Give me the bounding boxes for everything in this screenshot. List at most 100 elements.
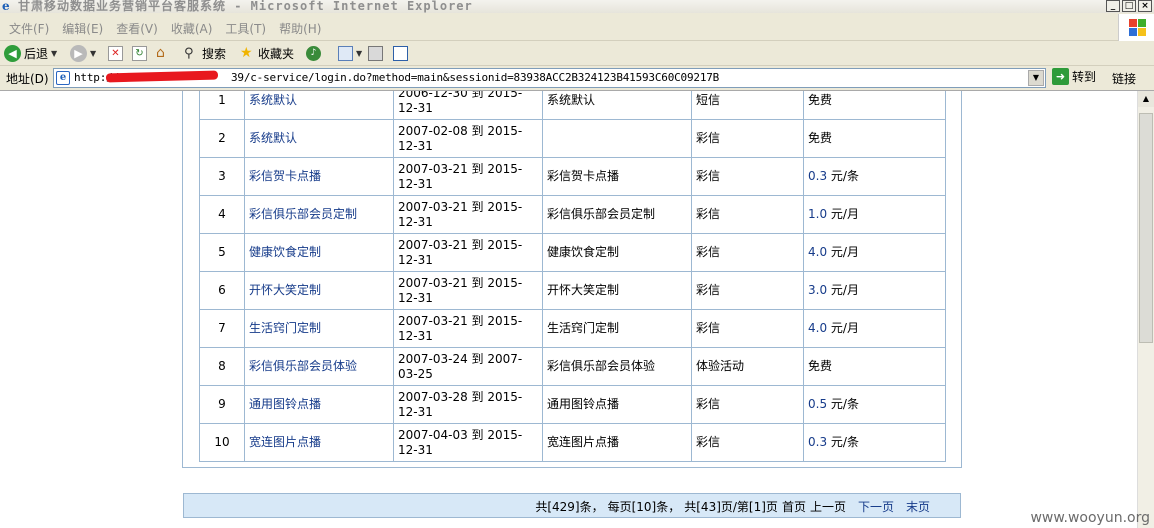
service-description: 健康饮食定制 bbox=[542, 233, 692, 272]
pager-total: 共[429]条， bbox=[535, 500, 604, 514]
edit-page-icon bbox=[393, 45, 408, 61]
service-name-link[interactable]: 彩信俱乐部会员体验 bbox=[244, 347, 394, 386]
links-button[interactable]: 链接 bbox=[1112, 70, 1136, 87]
close-button[interactable]: × bbox=[1138, 0, 1152, 12]
menu-tools[interactable]: 工具(T) bbox=[220, 20, 274, 37]
windows-logo-icon bbox=[1118, 14, 1154, 41]
service-price: 0.5 元/条 bbox=[803, 385, 946, 424]
service-name-link[interactable]: 彩信俱乐部会员定制 bbox=[244, 195, 394, 234]
service-name-link[interactable]: 宽连图片点播 bbox=[244, 423, 394, 462]
search-label: 搜索 bbox=[202, 46, 227, 61]
price-unit: 免费 bbox=[808, 131, 833, 145]
edit-button[interactable] bbox=[393, 43, 408, 63]
refresh-icon: ↻ bbox=[132, 45, 147, 61]
service-name-link[interactable]: 生活窍门定制 bbox=[244, 309, 394, 348]
service-name-link[interactable]: 健康饮食定制 bbox=[244, 233, 394, 272]
menu-edit[interactable]: 编辑(E) bbox=[57, 20, 111, 37]
menu-bar: 文件(F) 编辑(E) 查看(V) 收藏(A) 工具(T) 帮助(H) bbox=[0, 13, 1154, 41]
menu-view[interactable]: 查看(V) bbox=[111, 20, 166, 37]
mail-icon bbox=[338, 45, 353, 61]
menu-help[interactable]: 帮助(H) bbox=[274, 20, 329, 37]
price-unit: 元/条 bbox=[830, 169, 859, 183]
scroll-thumb[interactable] bbox=[1139, 113, 1153, 343]
service-name-link[interactable]: 彩信贺卡点播 bbox=[244, 157, 394, 196]
service-price: 免费 bbox=[803, 347, 946, 386]
validity-period: 2007-03-21 到 2015-12-31 bbox=[393, 309, 543, 348]
service-name-link[interactable]: 系统默认 bbox=[244, 119, 394, 158]
service-name-link[interactable]: 系统默认 bbox=[244, 91, 394, 120]
vertical-scrollbar[interactable]: ▲ bbox=[1137, 91, 1154, 528]
service-type: 彩信 bbox=[691, 309, 804, 348]
menu-file[interactable]: 文件(F) bbox=[4, 20, 57, 37]
service-description: 彩信俱乐部会员体验 bbox=[542, 347, 692, 386]
pager-last[interactable]: 末页 bbox=[906, 498, 930, 515]
service-type: 短信 bbox=[691, 91, 804, 120]
price-unit: 免费 bbox=[808, 93, 833, 107]
address-label: 地址(D) bbox=[6, 72, 49, 86]
service-name-link[interactable]: 开怀大笑定制 bbox=[244, 271, 394, 310]
back-dropdown-icon[interactable]: ▼ bbox=[51, 49, 57, 58]
table-row: 4 彩信俱乐部会员定制 2007-03-21 到 2015-12-31 彩信俱乐部会员… bbox=[199, 195, 946, 234]
forward-arrow-icon: ▶ bbox=[70, 44, 87, 62]
back-arrow-icon: ◀ bbox=[4, 44, 21, 62]
service-table: 1 系统默认 2006-12-30 到 2015-12-31 系统默认 短信 免费 2 系统… bbox=[199, 91, 946, 462]
stop-button[interactable]: ✕ bbox=[108, 43, 123, 63]
pagination-bar: 共[429]条， 每页[10]条， 共[43]页/第[1]页 首页 上一页 下一… bbox=[183, 493, 961, 518]
address-dropdown-icon[interactable]: ▼ bbox=[1028, 70, 1044, 86]
favorites-button[interactable]: ★ 收藏夹 bbox=[240, 43, 294, 63]
table-row: 10 宽连图片点播 2007-04-03 到 2015-12-31 宽连图片点播 彩信 0… bbox=[199, 423, 946, 462]
watermark: www.wooyun.org bbox=[1030, 510, 1150, 526]
forward-dropdown-icon[interactable]: ▼ bbox=[90, 49, 96, 58]
service-price: 4.0 元/月 bbox=[803, 309, 946, 348]
mail-button[interactable]: ▼ bbox=[338, 43, 362, 63]
service-price: 0.3 元/条 bbox=[803, 157, 946, 196]
validity-period: 2007-04-03 到 2015-12-31 bbox=[393, 423, 543, 462]
validity-period: 2007-03-21 到 2015-12-31 bbox=[393, 271, 543, 310]
search-button[interactable]: ⚲ 搜索 bbox=[184, 43, 226, 63]
pager-prev[interactable]: 上一页 bbox=[810, 498, 846, 515]
menu-favorites[interactable]: 收藏(A) bbox=[166, 20, 221, 37]
pager-first[interactable]: 首页 bbox=[782, 498, 806, 515]
back-button[interactable]: ◀ 后退 ▼ bbox=[4, 43, 57, 63]
service-type: 彩信 bbox=[691, 119, 804, 158]
mail-dropdown-icon[interactable]: ▼ bbox=[356, 49, 362, 58]
service-name-link[interactable]: 通用图铃点播 bbox=[244, 385, 394, 424]
service-type: 彩信 bbox=[691, 271, 804, 310]
validity-period: 2007-03-21 到 2015-12-31 bbox=[393, 157, 543, 196]
favorites-label: 收藏夹 bbox=[258, 46, 295, 61]
table-row: 5 健康饮食定制 2007-03-21 到 2015-12-31 健康饮食定制 彩信 4.… bbox=[199, 233, 946, 272]
price-amount: 0.3 bbox=[808, 169, 828, 183]
service-price: 3.0 元/月 bbox=[803, 271, 946, 310]
price-amount: 4.0 bbox=[808, 245, 828, 259]
validity-period: 2007-03-21 到 2015-12-31 bbox=[393, 233, 543, 272]
price-amount: 0.5 bbox=[808, 397, 828, 411]
price-amount: 0.3 bbox=[808, 435, 828, 449]
pager-per-page: 每页[10]条， bbox=[607, 500, 681, 514]
price-unit: 元/条 bbox=[830, 435, 859, 449]
search-icon: ⚲ bbox=[184, 45, 194, 61]
service-type: 彩信 bbox=[691, 423, 804, 462]
scroll-up-icon[interactable]: ▲ bbox=[1138, 91, 1154, 107]
price-unit: 元/条 bbox=[830, 397, 859, 411]
window-controls: _ □ × bbox=[1106, 0, 1152, 12]
pager-next[interactable]: 下一页 bbox=[858, 498, 894, 515]
pager-pages: 共[43]页/第[1]页 bbox=[684, 500, 778, 514]
service-price: 0.3 元/条 bbox=[803, 423, 946, 462]
refresh-button[interactable]: ↻ bbox=[132, 43, 147, 63]
address-input[interactable]: e http://39/c-service/login.do?method=ma… bbox=[53, 68, 1046, 88]
home-icon: ⌂ bbox=[156, 44, 165, 61]
table-row: 3 彩信贺卡点播 2007-03-21 到 2015-12-31 彩信贺卡点播 彩信 0.… bbox=[199, 157, 946, 196]
row-number: 1 bbox=[199, 91, 245, 120]
home-button[interactable]: ⌂ bbox=[156, 43, 171, 63]
forward-button[interactable]: ▶ ▼ bbox=[70, 43, 96, 63]
minimize-button[interactable]: _ bbox=[1106, 0, 1120, 12]
service-type: 体验活动 bbox=[691, 347, 804, 386]
go-button[interactable]: ➜ 转到 bbox=[1052, 68, 1096, 85]
print-button[interactable] bbox=[368, 43, 383, 63]
row-number: 10 bbox=[199, 423, 245, 462]
service-type: 彩信 bbox=[691, 157, 804, 196]
maximize-button[interactable]: □ bbox=[1122, 0, 1136, 12]
media-button[interactable]: ♪ bbox=[306, 43, 321, 63]
service-description: 系统默认 bbox=[542, 91, 692, 120]
toolbar: ◀ 后退 ▼ ▶ ▼ ✕ ↻ ⌂ ⚲ 搜索 ★ 收藏夹 ♪ ▼ bbox=[0, 41, 1154, 66]
